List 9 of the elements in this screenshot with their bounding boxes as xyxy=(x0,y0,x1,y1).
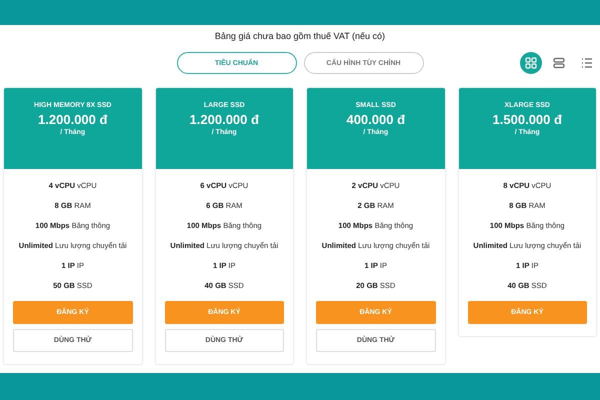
plan-price: 1.200.000 đ xyxy=(190,112,259,128)
plan-price: 1.500.000 đ xyxy=(492,112,562,128)
vat-note: Bảng giá chưa bao gồm thuế VAT (nếu có) xyxy=(214,30,386,43)
plan-price: 400.000 đ xyxy=(346,112,406,128)
view-toggle[interactable] xyxy=(520,52,542,74)
grid-view-icon xyxy=(525,57,537,69)
rows-view-icon xyxy=(553,57,565,69)
plan-price: 1.200.000 đ xyxy=(38,112,108,128)
list-view-icon xyxy=(581,57,593,69)
